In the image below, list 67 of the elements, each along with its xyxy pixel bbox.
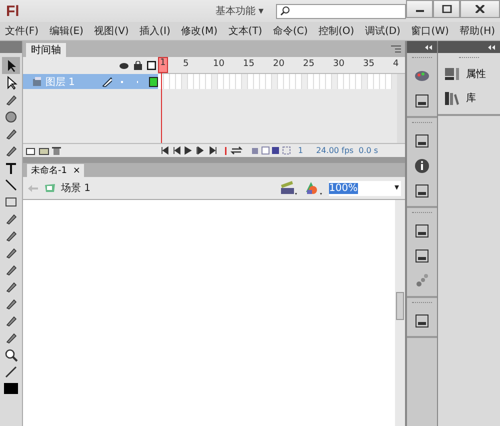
ruler-number: 25	[303, 59, 314, 69]
workspace-dropdown[interactable]: 基本功能 ▾	[211, 4, 268, 18]
frame-rate[interactable]: 24.00 fps	[316, 146, 354, 155]
panel-menu-icon[interactable]	[391, 45, 401, 53]
scrollbar-thumb[interactable]	[396, 292, 404, 320]
lock-icon[interactable]	[134, 61, 142, 70]
playhead[interactable]: 1	[158, 57, 168, 73]
scrollbar-track[interactable]	[397, 74, 405, 143]
trash-icon[interactable]	[52, 146, 61, 155]
clapperboard-icon[interactable]	[279, 180, 299, 196]
current-frame: 1	[298, 146, 304, 155]
outline-color-square[interactable]	[149, 76, 158, 86]
outline-icon[interactable]	[147, 61, 156, 70]
fill-color-swatch[interactable]	[4, 383, 18, 394]
toolbar-grip[interactable]	[0, 41, 22, 53]
properties-icon	[444, 66, 460, 82]
maximize-icon	[442, 5, 452, 13]
layer-name: 图层 1	[45, 76, 76, 88]
scene-icon	[44, 183, 56, 193]
ruler-number: 4	[393, 59, 399, 69]
menu-item[interactable]: 帮助(H)	[460, 24, 495, 38]
ruler-number: 5	[183, 59, 189, 69]
playback-controls-icon[interactable]	[161, 146, 219, 155]
new-layer-icon[interactable]	[26, 146, 36, 155]
onion-skin-icon[interactable]	[251, 146, 293, 155]
scene-label[interactable]: 场景 1	[61, 181, 91, 195]
ruler-number: 20	[273, 59, 284, 69]
maximize-button[interactable]	[433, 0, 460, 18]
ruler-number: 30	[333, 59, 344, 69]
new-folder-icon[interactable]	[39, 146, 49, 155]
menu-item[interactable]: 控制(O)	[318, 24, 354, 38]
close-button[interactable]	[460, 0, 500, 18]
elapsed-time: 0.0 s	[358, 146, 378, 155]
menu-item[interactable]: 窗口(W)	[411, 24, 449, 38]
menu-item[interactable]: 修改(M)	[181, 24, 218, 38]
document-tab[interactable]: 未命名-1 ×	[27, 164, 84, 177]
panel-item[interactable]: 库	[440, 88, 498, 108]
zoom-value: 100%	[329, 182, 358, 194]
search-field[interactable]	[276, 4, 406, 18]
ruler-number: 15	[243, 59, 254, 69]
menu-item[interactable]: 文本(T)	[228, 24, 262, 38]
minimize-button[interactable]	[406, 0, 433, 18]
panel-item[interactable]: 属性	[440, 64, 498, 84]
menu-item[interactable]: 插入(I)	[140, 24, 170, 38]
menu-item[interactable]: 文件(F)	[5, 24, 39, 38]
app-logo: Fl	[6, 2, 20, 20]
timeline-tab[interactable]: 时间轴	[26, 43, 66, 57]
books-icon	[444, 90, 460, 106]
menu-item[interactable]: 编辑(E)	[49, 24, 84, 38]
close-icon	[475, 5, 485, 13]
zoom-dropdown[interactable]: 100% ▾	[329, 180, 401, 196]
eye-icon[interactable]	[119, 62, 129, 70]
layer-icon	[33, 77, 42, 86]
ruler-number: 10	[213, 59, 224, 69]
frame-ruler[interactable]: 1 5 10 15 20 25 30 35 4	[158, 57, 405, 74]
collapse-icon[interactable]	[488, 44, 496, 50]
collapse-icon[interactable]	[425, 44, 433, 50]
shapes-icon[interactable]	[304, 180, 324, 196]
info-icon[interactable]	[413, 157, 431, 175]
ruler-number: 35	[363, 59, 374, 69]
pencil-icon	[102, 76, 112, 86]
menu-item[interactable]: 命令(C)	[272, 24, 308, 38]
caret-icon: ▾	[394, 183, 401, 193]
menu-item[interactable]: 调试(D)	[364, 24, 400, 38]
search-icon	[280, 6, 290, 16]
tab-close-button[interactable]: ×	[72, 166, 80, 176]
menu-item[interactable]: 视图(V)	[94, 24, 129, 38]
